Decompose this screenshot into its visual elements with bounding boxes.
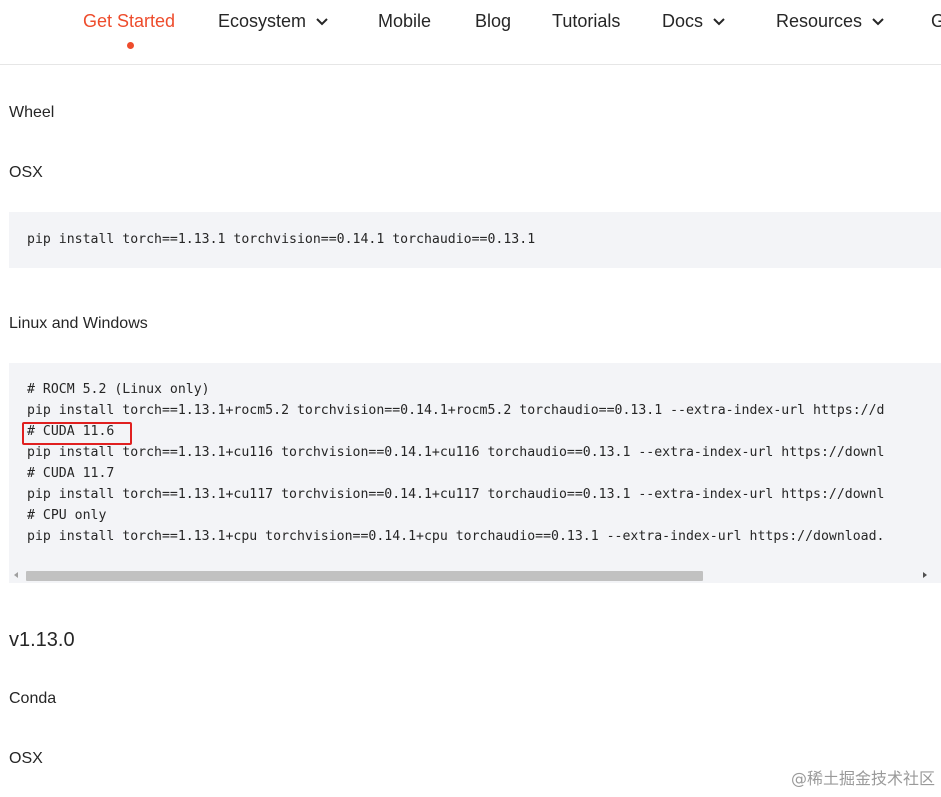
top-navigation: Get Started Ecosystem Mobile Blog Tutori… (0, 0, 941, 65)
nav-label: Get Started (83, 11, 176, 31)
osx-code-block[interactable]: pip install torch==1.13.1 torchvision==0… (9, 212, 941, 268)
nav-label: Tutorials (552, 11, 621, 31)
code-line-cuda117: pip install torch==1.13.1+cu117 torchvis… (27, 487, 885, 502)
nav-docs[interactable]: Docs (662, 10, 727, 32)
wheel-heading: Wheel (9, 104, 55, 121)
code-comment-cpu: # CPU only (27, 508, 107, 523)
scroll-right-arrow-icon[interactable] (921, 571, 929, 579)
nav-github-partial[interactable]: G (931, 10, 941, 32)
version-heading: v1.13.0 (9, 629, 75, 651)
code-comment-rocm: # ROCM 5.2 (Linux only) (27, 382, 210, 397)
conda-heading: Conda (9, 690, 57, 707)
code-line-rocm: pip install torch==1.13.1+rocm5.2 torchv… (27, 403, 885, 418)
active-indicator-dot (127, 42, 134, 49)
linux-windows-code-block[interactable]: # ROCM 5.2 (Linux only) pip install torc… (9, 363, 941, 583)
nav-get-started[interactable]: Get Started (83, 10, 175, 32)
nav-blog[interactable]: Blog (475, 10, 511, 32)
code-comment-cuda117: # CUDA 11.7 (27, 466, 115, 481)
chevron-down-icon (713, 18, 725, 26)
nav-tutorials[interactable]: Tutorials (552, 10, 620, 32)
nav-label: Ecosystem (218, 11, 307, 31)
scroll-left-arrow-icon[interactable] (12, 571, 20, 579)
nav-label: Blog (475, 11, 512, 31)
code-line-cuda116: pip install torch==1.13.1+cu116 torchvis… (27, 445, 885, 460)
scrollbar-thumb[interactable] (26, 571, 703, 581)
code-line: pip install torch==1.13.1 torchvision==0… (27, 232, 536, 247)
linux-windows-heading: Linux and Windows (9, 315, 148, 332)
nav-label: Mobile (378, 11, 432, 31)
chevron-down-icon (316, 18, 328, 26)
horizontal-scrollbar[interactable] (9, 568, 932, 582)
nav-ecosystem[interactable]: Ecosystem (218, 10, 330, 32)
nav-resources[interactable]: Resources (776, 10, 886, 32)
code-line-cpu: pip install torch==1.13.1+cpu torchvisio… (27, 529, 885, 544)
osx-heading: OSX (9, 164, 43, 181)
chevron-down-icon (872, 18, 884, 26)
nav-label: Resources (776, 11, 863, 31)
nav-mobile[interactable]: Mobile (378, 10, 431, 32)
watermark: @稀土掘金技术社区 (790, 769, 935, 788)
highlight-box (22, 422, 132, 445)
osx-heading-2: OSX (9, 750, 43, 767)
nav-label: Docs (662, 11, 704, 31)
nav-label: G (931, 11, 941, 31)
